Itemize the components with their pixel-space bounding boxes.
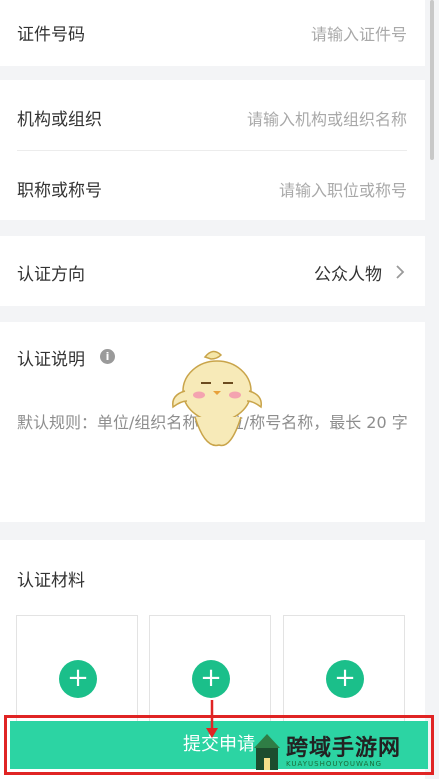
materials-label: 认证材料	[17, 571, 85, 591]
organization-label: 机构或组织	[17, 110, 102, 130]
info-icon[interactable]: i	[100, 349, 115, 364]
watermark-title: 跨域手游网	[286, 735, 402, 761]
scrollbar-thumb[interactable]	[430, 0, 434, 160]
org-section: 机构或组织 请输入机构或组织名称 职称或称号 请输入职位或称号	[0, 80, 425, 220]
organization-input[interactable]: 请输入机构或组织名称	[247, 106, 407, 130]
job-title-input[interactable]: 请输入职位或称号	[279, 177, 407, 201]
mascot-chick-icon	[172, 350, 262, 447]
job-title-label: 职称或称号	[17, 181, 102, 201]
watermark-subtitle: KUAYUSHOUYOUWANG	[286, 760, 383, 768]
direction-value: 公众人物	[314, 265, 382, 285]
castle-icon	[254, 734, 280, 770]
id-number-section: 证件号码 请输入证件号	[0, 0, 425, 66]
id-number-label: 证件号码	[17, 25, 85, 45]
arrow-down-icon	[206, 700, 218, 738]
chevron-right-icon	[396, 265, 405, 279]
direction-label: 认证方向	[17, 265, 85, 285]
scrollbar[interactable]	[425, 0, 439, 779]
add-icon[interactable]: +	[59, 660, 97, 698]
add-icon[interactable]: +	[192, 660, 230, 698]
divider	[17, 150, 407, 151]
add-icon[interactable]: +	[326, 660, 364, 698]
watermark-logo: 跨域手游网 KUAYUSHOUYOUWANG	[252, 730, 434, 774]
direction-row[interactable]: 认证方向 公众人物	[0, 236, 425, 306]
description-label: 认证说明	[17, 350, 85, 370]
id-number-input[interactable]: 请输入证件号	[311, 21, 407, 45]
